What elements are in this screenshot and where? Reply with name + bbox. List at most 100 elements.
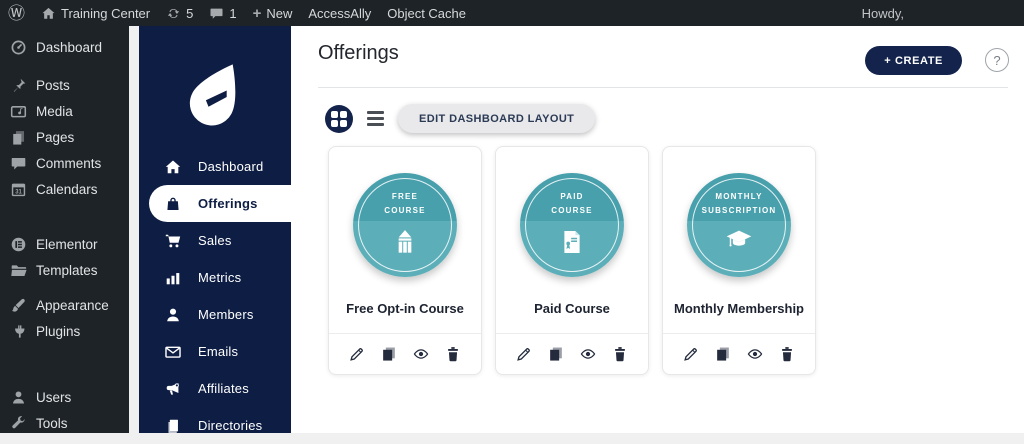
sidebar-item-posts[interactable]: Posts [0,72,129,98]
view-toolbar: EDIT DASHBOARD LAYOUT [325,104,595,133]
sidebar-item-label: Elementor [36,237,98,252]
duplicate-icon[interactable] [713,344,733,364]
grid-icon [331,111,347,127]
dashboard-gauge-icon [9,38,27,56]
plugin-nav-members[interactable]: Members [139,296,291,333]
help-button[interactable]: ? [985,48,1009,72]
comments-menu[interactable]: 1 [201,0,244,26]
delete-trash-icon[interactable] [610,344,630,364]
edit-icon[interactable] [347,344,367,364]
plug-icon [9,322,27,340]
home-icon [41,6,56,21]
view-eye-icon[interactable] [411,344,431,364]
duplicate-icon[interactable] [379,344,399,364]
view-eye-icon[interactable] [745,344,765,364]
new-content-menu[interactable]: + New [245,0,301,26]
edit-icon[interactable] [514,344,534,364]
elementor-icon [9,235,27,253]
offering-badge[interactable]: FREE COURSE [353,173,457,277]
plugin-nav-label: Affiliates [198,381,249,396]
accessally-sidebar: Dashboard Offerings Sales Metrics Member… [139,26,291,433]
duplicate-icon[interactable] [546,344,566,364]
plus-icon: + [253,6,262,21]
delete-trash-icon[interactable] [777,344,797,364]
sidebar-item-label: Plugins [36,324,80,339]
calendar-icon: 31 [9,180,27,198]
header-divider [318,87,1008,88]
create-button[interactable]: + CREATE [865,46,962,75]
sidebar-item-pages[interactable]: Pages [0,124,129,150]
plugin-nav-label: Dashboard [198,159,263,174]
card-actions [496,333,648,374]
media-icon [9,102,27,120]
main-content: Offerings + CREATE ? EDIT DASHBOARD LAYO… [291,26,1024,433]
sidebar-item-templates[interactable]: Templates [0,257,129,283]
folder-icon [9,261,27,279]
plugin-nav-sales[interactable]: Sales [139,222,291,259]
bar-chart-icon [163,268,182,287]
sidebar-item-users[interactable]: Users [0,384,129,410]
plugin-nav-affiliates[interactable]: Affiliates [139,370,291,407]
sidebar-item-label: Users [36,390,71,405]
pages-icon [9,128,27,146]
badge-label: PAID COURSE [520,190,624,219]
view-eye-icon[interactable] [578,344,598,364]
svg-text:31: 31 [15,189,22,195]
book-icon [163,416,182,435]
card-actions [329,333,481,374]
list-icon [367,111,384,114]
plugin-nav-label: Emails [198,344,238,359]
sidebar-item-media[interactable]: Media [0,98,129,124]
sidebar-item-appearance[interactable]: Appearance [0,292,129,318]
site-name-label: Training Center [61,6,150,21]
edit-dashboard-layout-button[interactable]: EDIT DASHBOARD LAYOUT [398,104,595,133]
sidebar-item-tools[interactable]: Tools [0,410,129,436]
object-cache-label: Object Cache [387,6,466,21]
plugin-nav-label: Sales [198,233,232,248]
site-name-link[interactable]: Training Center [33,0,158,26]
plugin-nav-directories[interactable]: Directories [139,407,291,444]
delete-trash-icon[interactable] [443,344,463,364]
sidebar-item-label: Appearance [36,298,109,313]
wordpress-logo-menu[interactable]: Ⓦ [0,0,33,26]
offering-title: Free Opt-in Course [346,301,464,316]
sidebar-item-elementor[interactable]: Elementor [0,231,129,257]
accessally-menu[interactable]: AccessAlly [300,0,379,26]
edit-icon[interactable] [681,344,701,364]
sidebar-item-plugins[interactable]: Plugins [0,318,129,344]
sidebar-item-calendars[interactable]: 31 Calendars [0,176,129,202]
offering-badge[interactable]: PAID COURSE [520,173,624,277]
howdy-account-menu[interactable]: Howdy, [854,0,912,26]
offering-badge[interactable]: MONTHLY SUBSCRIPTION [687,173,791,277]
badge-label: MONTHLY SUBSCRIPTION [687,190,791,219]
plugin-nav-emails[interactable]: Emails [139,333,291,370]
person-icon [163,305,182,324]
plugin-nav-metrics[interactable]: Metrics [139,259,291,296]
sidebar-item-label: Media [36,104,73,119]
home-icon [163,157,182,176]
document-icon [561,229,583,260]
updates-menu[interactable]: 5 [158,0,201,26]
wp-admin-sidebar: Dashboard Posts Media Pages Comments 31 … [0,26,129,433]
object-cache-menu[interactable]: Object Cache [379,0,474,26]
comments-count: 1 [229,6,236,21]
howdy-label: Howdy, [862,6,904,21]
plugin-nav-offerings[interactable]: Offerings [149,185,291,222]
plugin-nav-label: Members [198,307,254,322]
card-actions [663,333,815,374]
plugin-nav-dashboard[interactable]: Dashboard [139,148,291,185]
sidebar-item-comments[interactable]: Comments [0,150,129,176]
user-icon [9,388,27,406]
sidebar-item-label: Dashboard [36,40,102,55]
grid-view-button[interactable] [325,105,353,133]
sidebar-item-dashboard[interactable]: Dashboard [0,34,129,60]
pushpin-icon [9,76,27,94]
plugin-nav-label: Metrics [198,270,241,285]
sidebar-item-label: Calendars [36,182,98,197]
plugin-nav-label: Offerings [198,196,258,211]
wrench-icon [9,414,27,432]
list-view-button[interactable] [365,107,386,130]
sidebar-item-label: Posts [36,78,70,93]
card-body: FREE COURSE Free Opt-in Course [329,147,481,333]
sidebar-item-label: Comments [36,156,101,171]
